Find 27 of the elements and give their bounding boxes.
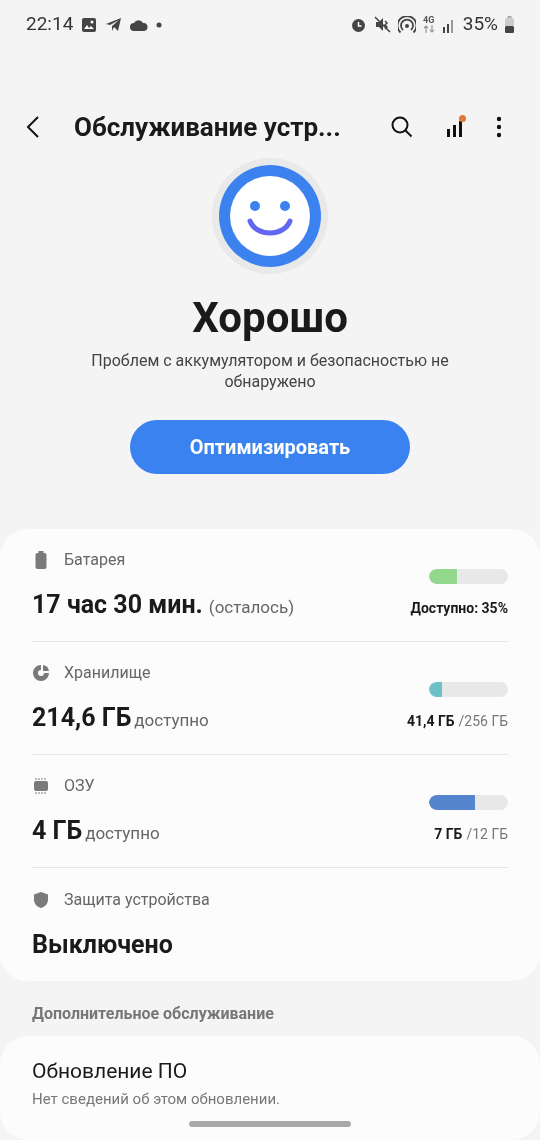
clock-time: 22:14 <box>26 11 74 38</box>
usage-detail: 41,4 ГБ <box>406 712 455 731</box>
optimize-button[interactable]: Оптимизировать <box>130 420 410 474</box>
usage-detail: 7 ГБ <box>434 825 463 844</box>
item-value: Выключено <box>32 928 173 961</box>
battery-percent: 35% <box>462 11 498 38</box>
item-title: Обновление ПО <box>32 1058 189 1085</box>
item-value: 4 ГБ <box>32 814 83 847</box>
item-label: ОЗУ <box>64 774 95 797</box>
item-value-note: доступно <box>85 821 160 845</box>
item-value: 17 час 30 мин. <box>32 588 203 621</box>
item-label: Хранилище <box>64 661 151 684</box>
usage-total: /12 ГБ <box>466 825 508 844</box>
usage-total: /256 ГБ <box>458 712 508 731</box>
page-title: Обслуживание устр... <box>74 110 342 144</box>
item-label: Батарея <box>64 548 126 571</box>
item-label: Защита устройства <box>64 888 210 911</box>
usage-detail: Доступно: 35% <box>410 599 508 618</box>
section-heading: Дополнительное обслуживание <box>31 1003 275 1025</box>
list-item[interactable]: Обновление ПО Нет сведений об этом обновлении. <box>0 1036 540 1140</box>
item-value-note: доступно <box>134 708 209 732</box>
status-message: Проблем с аккумулятором и безопасностью не обнаружено <box>90 350 450 392</box>
network-type: 4G <box>423 16 435 26</box>
item-subtitle: Нет сведений об этом обновлении. <box>32 1088 281 1110</box>
item-value: 214,6 ГБ <box>32 701 132 734</box>
item-value-note: (осталось) <box>208 595 295 619</box>
status-title: Хорошо <box>192 292 348 344</box>
